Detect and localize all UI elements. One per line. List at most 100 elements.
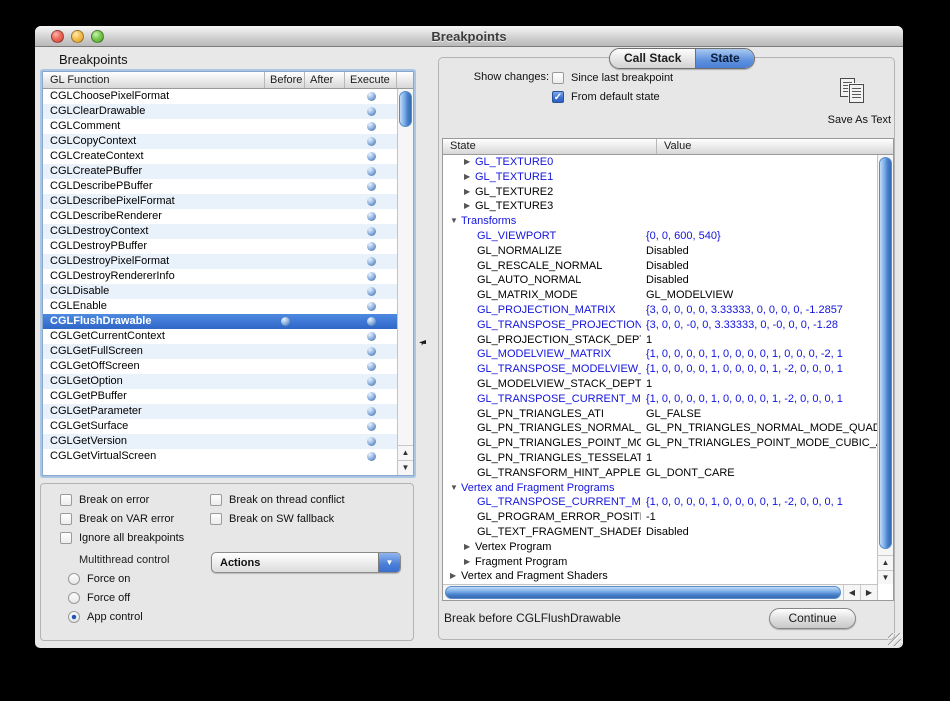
breakpoint-orb-icon[interactable]	[367, 197, 376, 206]
function-row[interactable]: CGLGetFullScreen	[43, 344, 397, 359]
state-row[interactable]: GL_TRANSPOSE_MODELVIEW_MAT{1, 0, 0, 0, 0…	[443, 362, 877, 377]
execute-cell[interactable]	[345, 404, 397, 419]
before-cell[interactable]	[265, 344, 305, 359]
state-row[interactable]: GL_PROJECTION_STACK_DEPTH1	[443, 333, 877, 348]
breakpoint-orb-icon[interactable]	[367, 287, 376, 296]
state-table-horizontal-scrollbar[interactable]: ◀ ▶	[443, 584, 877, 600]
before-cell[interactable]	[265, 404, 305, 419]
after-cell[interactable]	[305, 254, 345, 269]
breakpoint-orb-icon[interactable]	[367, 182, 376, 191]
before-cell[interactable]	[265, 419, 305, 434]
breakpoint-orb-icon[interactable]	[367, 392, 376, 401]
column-header-state[interactable]: State	[443, 139, 657, 154]
breakpoint-orb-icon[interactable]	[367, 257, 376, 266]
after-cell[interactable]	[305, 239, 345, 254]
after-cell[interactable]	[305, 119, 345, 134]
state-row[interactable]: GL_TRANSFORM_HINT_APPLEGL_DONT_CARE	[443, 466, 877, 481]
disclosure-collapsed-icon[interactable]: ▶	[450, 569, 461, 584]
state-row[interactable]: GL_TRANSPOSE_CURRENT_MATRI{1, 0, 0, 0, 0…	[443, 392, 877, 407]
execute-cell[interactable]	[345, 449, 397, 464]
breakpoint-orb-icon[interactable]	[367, 242, 376, 251]
before-cell[interactable]	[265, 359, 305, 374]
save-as-text-label[interactable]: Save As Text	[801, 114, 891, 126]
state-row[interactable]: GL_PN_TRIANGLES_NORMAL_MODGL_PN_TRIANGLE…	[443, 421, 877, 436]
scroll-left-icon[interactable]: ◀	[843, 585, 860, 600]
function-list-vertical-scrollbar[interactable]: ▲ ▼	[397, 89, 413, 475]
force-on-radio[interactable]	[68, 573, 80, 585]
state-row[interactable]: GL_VIEWPORT{0, 0, 600, 540}	[443, 229, 877, 244]
function-row[interactable]: CGLGetSurface	[43, 419, 397, 434]
before-cell[interactable]	[265, 449, 305, 464]
state-row[interactable]: ▶Vertex Program	[443, 540, 877, 555]
after-cell[interactable]	[305, 269, 345, 284]
column-header-before[interactable]: Before	[265, 72, 305, 88]
after-cell[interactable]	[305, 194, 345, 209]
after-cell[interactable]	[305, 299, 345, 314]
column-header-execute[interactable]: Execute	[345, 72, 397, 88]
break-on-thread-conflict-checkbox[interactable]	[210, 494, 222, 506]
function-row[interactable]: CGLGetPBuffer	[43, 389, 397, 404]
before-cell[interactable]	[265, 209, 305, 224]
state-row[interactable]: GL_RESCALE_NORMALDisabled	[443, 259, 877, 274]
function-row[interactable]: CGLComment	[43, 119, 397, 134]
before-cell[interactable]	[265, 104, 305, 119]
breakpoint-orb-icon[interactable]	[367, 362, 376, 371]
breakpoint-orb-icon[interactable]	[367, 227, 376, 236]
state-table-vertical-scrollbar[interactable]: ▲ ▼	[877, 155, 893, 585]
function-row[interactable]: CGLGetParameter	[43, 404, 397, 419]
breakpoint-orb-icon[interactable]	[367, 437, 376, 446]
after-cell[interactable]	[305, 134, 345, 149]
after-cell[interactable]	[305, 314, 345, 329]
function-row[interactable]: CGLEnable	[43, 299, 397, 314]
before-cell[interactable]	[265, 164, 305, 179]
before-cell[interactable]	[265, 134, 305, 149]
function-row[interactable]: CGLDescribeRenderer	[43, 209, 397, 224]
breakpoint-orb-icon[interactable]	[367, 332, 376, 341]
execute-cell[interactable]	[345, 389, 397, 404]
scroll-up-icon[interactable]: ▲	[878, 555, 893, 570]
scroll-right-icon[interactable]: ▶	[860, 585, 877, 600]
before-cell[interactable]	[265, 149, 305, 164]
execute-cell[interactable]	[345, 134, 397, 149]
before-cell[interactable]	[265, 194, 305, 209]
function-row[interactable]: CGLDestroyRendererInfo	[43, 269, 397, 284]
execute-cell[interactable]	[345, 164, 397, 179]
before-cell[interactable]	[265, 329, 305, 344]
execute-cell[interactable]	[345, 209, 397, 224]
execute-cell[interactable]	[345, 374, 397, 389]
function-row[interactable]: CGLGetVersion	[43, 434, 397, 449]
column-header-value[interactable]: Value	[657, 139, 893, 154]
state-row[interactable]: ▼Vertex and Fragment Programs	[443, 481, 877, 496]
execute-cell[interactable]	[345, 149, 397, 164]
before-cell[interactable]	[265, 389, 305, 404]
after-cell[interactable]	[305, 389, 345, 404]
execute-cell[interactable]	[345, 119, 397, 134]
disclosure-collapsed-icon[interactable]: ▶	[464, 540, 475, 555]
actions-dropdown[interactable]: Actions ▼	[211, 552, 401, 573]
after-cell[interactable]	[305, 329, 345, 344]
state-row[interactable]: GL_PN_TRIANGLES_TESSELATION_1	[443, 451, 877, 466]
execute-cell[interactable]	[345, 314, 397, 329]
disclosure-collapsed-icon[interactable]: ▶	[464, 185, 475, 200]
state-row[interactable]: GL_TRANSPOSE_PROJECTION_MAT{3, 0, 0, -0,…	[443, 318, 877, 333]
save-as-text-icon[interactable]	[840, 78, 868, 105]
before-cell[interactable]	[265, 89, 305, 104]
breakpoint-orb-icon[interactable]	[367, 302, 376, 311]
column-header-gl-function[interactable]: GL Function	[43, 72, 265, 88]
scrollbar-track[interactable]	[443, 585, 843, 600]
function-row[interactable]: CGLCreatePBuffer	[43, 164, 397, 179]
after-cell[interactable]	[305, 404, 345, 419]
function-row[interactable]: CGLDestroyPixelFormat	[43, 254, 397, 269]
state-row[interactable]: GL_NORMALIZEDisabled	[443, 244, 877, 259]
function-row[interactable]: CGLGetVirtualScreen	[43, 449, 397, 464]
function-row[interactable]: CGLDescribePBuffer	[43, 179, 397, 194]
scrollbar-thumb[interactable]	[399, 91, 412, 127]
breakpoint-orb-icon[interactable]	[367, 107, 376, 116]
tab-state[interactable]: State	[695, 49, 753, 68]
before-cell[interactable]	[265, 224, 305, 239]
state-row[interactable]: GL_MATRIX_MODEGL_MODELVIEW	[443, 288, 877, 303]
before-cell[interactable]	[265, 284, 305, 299]
execute-cell[interactable]	[345, 359, 397, 374]
resize-grip[interactable]	[888, 633, 901, 646]
after-cell[interactable]	[305, 359, 345, 374]
